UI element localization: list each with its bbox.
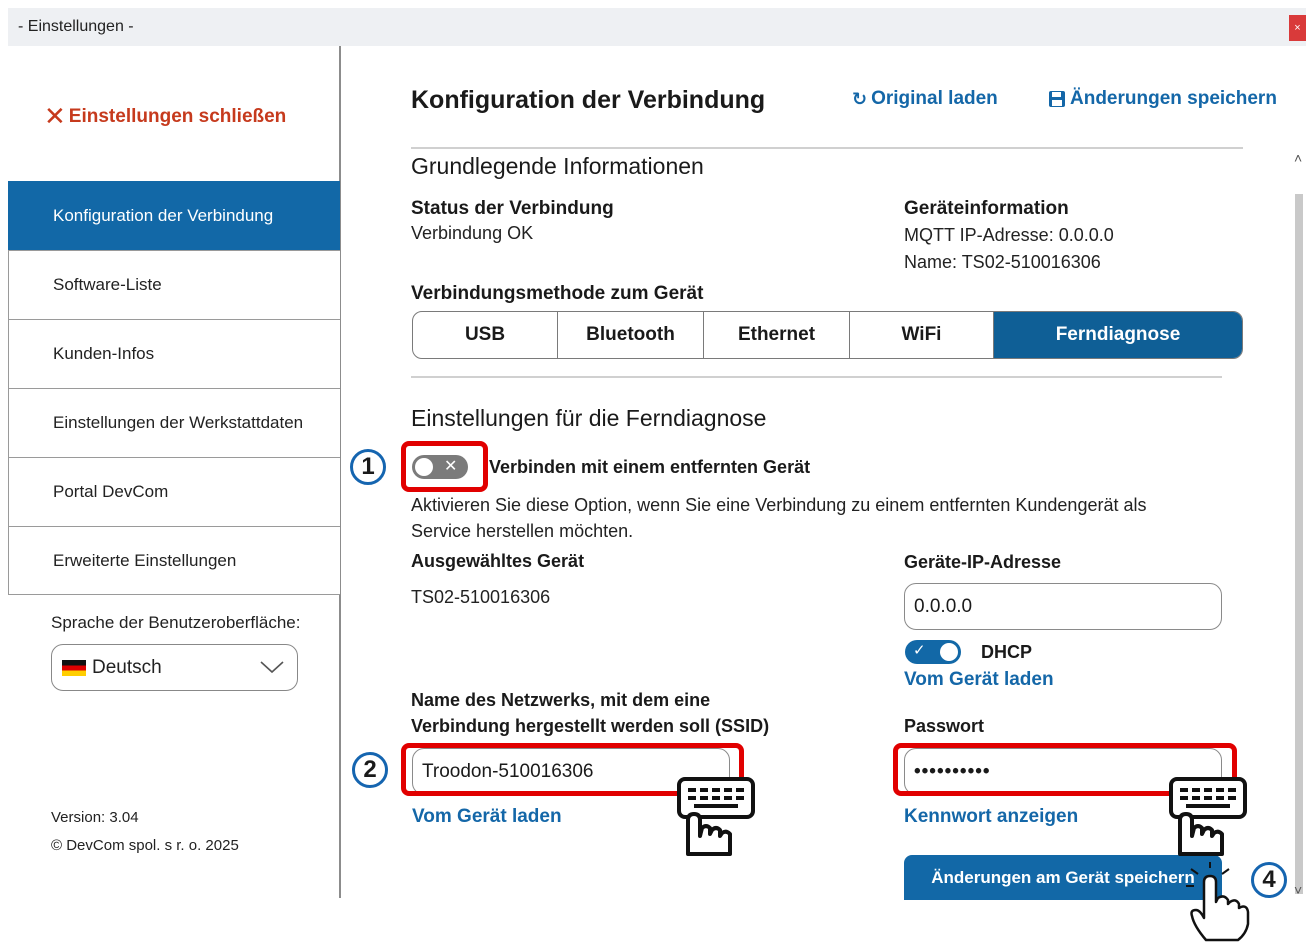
sidebar-item-label: Erweiterte Einstellungen [53, 550, 237, 570]
remote-description-line2: Service herstellen möchten. [411, 521, 634, 541]
step-marker-4: 4 [1251, 862, 1287, 898]
device-name: Name: TS02-510016306 [904, 252, 1101, 272]
method-label: Verbindungsmethode zum Gerät [411, 283, 704, 304]
method-ethernet-button[interactable]: Ethernet [704, 312, 850, 358]
password-label: Passwort [904, 716, 985, 736]
version-text: Version: 3.04 [51, 809, 139, 826]
method-wifi-button[interactable]: WiFi [850, 312, 994, 358]
sidebar-item-label: Software-Liste [53, 275, 162, 294]
sidebar-item-portal[interactable]: Portal DevCom [8, 457, 340, 526]
connection-method-selector: USB Bluetooth Ethernet WiFi Ferndiagnose [412, 311, 1243, 359]
ip-load-from-device-link[interactable]: Vom Gerät laden [904, 669, 1054, 691]
reload-label: Original laden [871, 88, 998, 109]
save-changes-button[interactable]: Änderungen speichern [1048, 88, 1277, 110]
method-usb-button[interactable]: USB [413, 312, 558, 358]
close-x-icon: ✕ [44, 101, 66, 131]
ssid-label-line2: Verbindung hergestellt werden soll (SSID… [411, 716, 770, 736]
sidebar-item-connection[interactable]: Konfiguration der Verbindung [8, 181, 340, 250]
window-close-icon[interactable]: × [1289, 15, 1306, 41]
reload-icon: ↻ [852, 88, 868, 109]
section-divider [411, 376, 1222, 378]
title-bar: - Einstellungen - × [8, 8, 1306, 46]
close-settings-button[interactable]: ✕ Einstellungen schließen [44, 101, 286, 132]
ip-address-value: 0.0.0.0 [914, 595, 973, 617]
header-divider [411, 147, 1243, 149]
ip-address-label: Geräte-IP-Adresse [904, 552, 1062, 572]
save-changes-label: Änderungen speichern [1070, 88, 1277, 109]
dhcp-toggle[interactable]: ✓ [905, 640, 961, 664]
sidebar-item-software[interactable]: Software-Liste [8, 250, 340, 319]
mqtt-address: MQTT IP-Adresse: 0.0.0.0 [904, 225, 1114, 245]
toggle-knob [940, 643, 958, 661]
check-icon: ✓ [913, 642, 926, 659]
remote-description-line1: Aktivieren Sie diese Option, wenn Sie ei… [411, 495, 1147, 515]
method-remote-button[interactable]: Ferndiagnose [994, 312, 1242, 358]
ip-address-input[interactable]: 0.0.0.0 [904, 583, 1222, 630]
reload-original-button[interactable]: ↻ Original laden [852, 88, 998, 110]
dhcp-label: DHCP [981, 642, 1033, 662]
settings-nav: Konfiguration der Verbindung Software-Li… [8, 181, 340, 595]
selected-device-label: Ausgewähltes Gerät [411, 551, 585, 571]
step-marker-2: 2 [352, 752, 388, 788]
copyright-text: © DevCom spol. s r. o. 2025 [51, 837, 239, 854]
sidebar-item-label: Einstellungen der Werkstattdaten [53, 413, 304, 432]
close-settings-label: Einstellungen schließen [68, 105, 287, 127]
status-label: Status der Verbindung [411, 198, 614, 219]
selected-device-value: TS02-510016306 [411, 587, 551, 607]
sidebar-item-advanced[interactable]: Erweiterte Einstellungen [8, 526, 340, 595]
sidebar: ✕ Einstellungen schließen Konfiguration … [8, 46, 341, 898]
device-info-label: Geräteinformation [904, 198, 1069, 219]
remote-settings-title: Einstellungen für die Ferndiagnose [411, 405, 767, 431]
tap-hand-icon [1186, 862, 1250, 942]
show-password-link[interactable]: Kennwort anzeigen [904, 806, 1078, 828]
sidebar-item-label: Konfiguration der Verbindung [53, 206, 274, 225]
sidebar-item-label: Portal DevCom [53, 482, 169, 501]
remote-connect-label: Verbinden mit einem entfernten Gerät [489, 457, 811, 477]
chevron-down-icon [260, 661, 284, 674]
content-scrollbar[interactable]: ˄ ˅ [1292, 150, 1306, 898]
language-value: Deutsch [92, 656, 162, 678]
sidebar-item-workshop[interactable]: Einstellungen der Werkstattdaten [8, 388, 340, 457]
save-to-device-button[interactable]: Änderungen am Gerät speichern [904, 855, 1222, 900]
step-marker-1: 1 [350, 449, 386, 485]
method-bluetooth-button[interactable]: Bluetooth [558, 312, 704, 358]
ssid-label-line1: Name des Netzwerks, mit dem eine [411, 690, 711, 710]
page-title: Konfiguration der Verbindung [411, 86, 766, 114]
scroll-up-icon[interactable]: ˄ [1294, 150, 1302, 166]
language-select[interactable]: Deutsch [51, 644, 298, 691]
ssid-load-from-device-link[interactable]: Vom Gerät laden [412, 806, 562, 828]
sidebar-item-label: Kunden-Infos [53, 344, 155, 363]
status-value: Verbindung OK [411, 223, 534, 243]
scroll-thumb[interactable] [1295, 194, 1303, 894]
scroll-down-icon[interactable]: ˅ [1294, 882, 1302, 898]
window-title: - Einstellungen - [18, 18, 134, 35]
flag-de-icon [62, 659, 86, 676]
language-label: Sprache der Benutzeroberfläche: [51, 613, 301, 632]
highlight-toggle [401, 441, 488, 492]
keyboard-touch-icon [677, 777, 755, 856]
sidebar-item-customer[interactable]: Kunden-Infos [8, 319, 340, 388]
keyboard-touch-icon [1169, 777, 1247, 856]
save-disk-icon [1049, 91, 1065, 107]
basic-info-title: Grundlegende Informationen [411, 153, 704, 179]
